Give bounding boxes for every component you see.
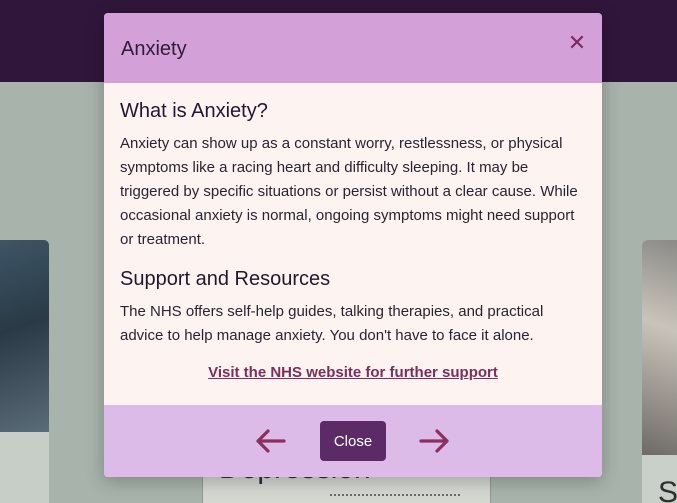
section-heading-what-is: What is Anxiety? xyxy=(120,100,268,122)
card-body-left xyxy=(0,432,49,503)
close-button[interactable]: Close xyxy=(320,421,386,461)
close-icon[interactable]: ✕ xyxy=(566,33,588,55)
section-text-what-is: Anxiety can show up as a constant worry,… xyxy=(120,135,578,248)
card-right-title: S xyxy=(658,476,677,503)
arrow-left-icon xyxy=(256,429,286,453)
modal-body: What is Anxiety? Anxiety can show up as … xyxy=(104,83,602,405)
section-text-support: The NHS offers self-help guides, talking… xyxy=(120,303,544,344)
arrow-right-icon xyxy=(419,429,449,453)
modal-title: Anxiety xyxy=(121,38,187,60)
prev-button[interactable] xyxy=(252,423,288,459)
section-heading-support: Support and Resources xyxy=(120,268,331,290)
modal-footer: Close xyxy=(104,405,602,477)
next-button[interactable] xyxy=(417,423,453,459)
card-image-left xyxy=(0,240,49,432)
anxiety-modal: Anxiety ✕ What is Anxiety? Anxiety can s… xyxy=(104,13,602,477)
modal-header: Anxiety ✕ xyxy=(104,13,602,83)
card-image-right xyxy=(642,240,677,455)
nhs-website-link[interactable]: Visit the NHS website for further suppor… xyxy=(104,364,602,381)
card-depression-text xyxy=(330,494,460,500)
